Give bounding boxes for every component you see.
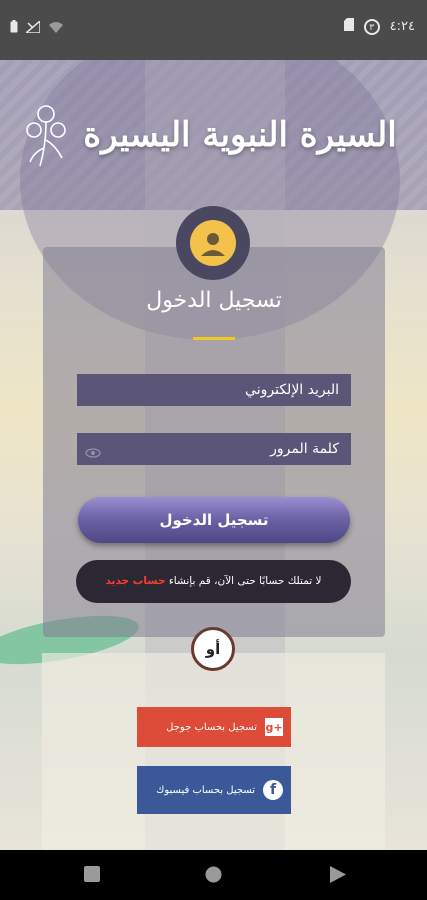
no-account-text: لا تمتلك حسابًا حتى الآن، قم بإنشاء [168, 575, 322, 587]
email-field[interactable]: البريد الإلكتروني [77, 374, 351, 406]
home-icon[interactable] [205, 866, 222, 887]
signal-icon [23, 18, 41, 37]
password-field[interactable]: كلمة المرور [77, 433, 351, 465]
register-link[interactable]: حساب جديد [105, 575, 165, 587]
register-prompt: لا تمتلك حسابًا حتى الآن، قم بإنشاء حساب… [76, 560, 351, 603]
eye-icon[interactable] [85, 441, 101, 458]
sd-card-icon [343, 18, 354, 35]
back-icon[interactable] [330, 866, 346, 887]
status-time: ٤:٢٤ [389, 19, 415, 34]
avatar [176, 206, 250, 280]
floral-ornament-icon [22, 100, 70, 170]
facebook-label: تسجيل بحساب فيسبوك [156, 784, 255, 796]
notification-icon: ٣ [363, 18, 380, 35]
or-divider: أو [191, 627, 235, 671]
google-plus-icon: g+ [265, 718, 283, 736]
navigation-bar [0, 850, 427, 900]
status-bar: ٣ ٤:٢٤ [0, 0, 427, 60]
google-label: تسجيل بحساب جوجل [166, 721, 257, 733]
or-label: أو [205, 640, 221, 658]
title-underline [193, 337, 235, 340]
login-title: تسجيل الدخول [146, 288, 282, 313]
social-panel [42, 653, 385, 850]
google-login-button[interactable]: تسجيل بحساب جوجل g+ [137, 707, 291, 747]
email-placeholder: البريد الإلكتروني [245, 382, 339, 398]
app-title-calligraphy: السيرة النبوية اليسيرة [83, 115, 397, 155]
notification-count: ٣ [369, 22, 375, 33]
status-icons-left [10, 18, 64, 37]
facebook-icon: f [263, 780, 283, 800]
recents-icon[interactable] [84, 866, 100, 886]
login-button[interactable]: تسجيل الدخول [78, 497, 350, 543]
battery-icon [10, 20, 18, 37]
password-placeholder: كلمة المرور [270, 441, 339, 457]
facebook-login-button[interactable]: تسجيل بحساب فيسبوك f [137, 766, 291, 814]
wifi-icon [48, 21, 64, 37]
status-icons-right: ٣ ٤:٢٤ [343, 18, 415, 35]
user-avatar-icon [190, 220, 236, 266]
